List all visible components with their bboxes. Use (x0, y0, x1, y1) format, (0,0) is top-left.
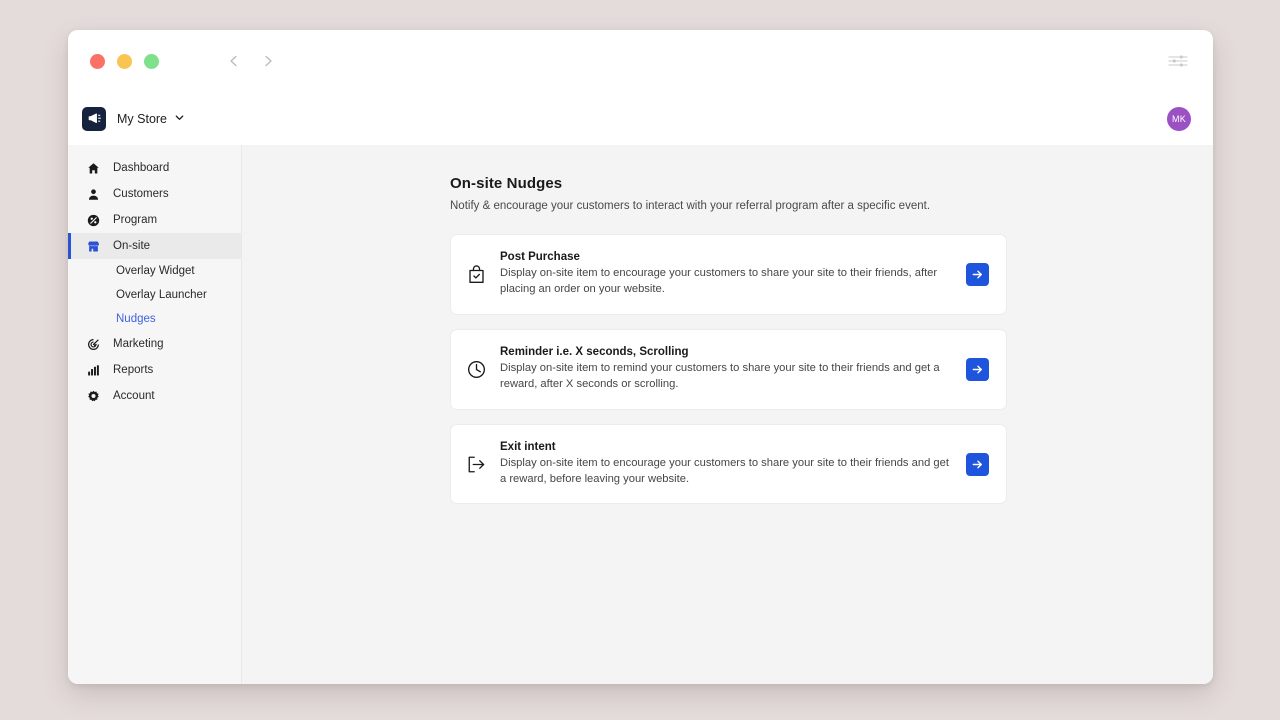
bar-chart-icon (86, 363, 101, 378)
discount-icon (86, 213, 101, 228)
shopping-bag-check-icon (465, 263, 487, 285)
app-window: My Store MK Dashboard Customer (68, 30, 1213, 684)
sidebar-subitem-label: Overlay Widget (116, 265, 195, 277)
sidebar-subitem-label: Overlay Launcher (116, 289, 207, 301)
sidebar-subitem-nudges[interactable]: Nudges (68, 307, 241, 331)
megaphone-logo-icon (82, 107, 106, 131)
nudge-card-text: Post Purchase Display on-site item to en… (500, 251, 953, 298)
main-content: On-site Nudges Notify & encourage your c… (242, 145, 1213, 684)
brand-bar: My Store MK (68, 92, 1213, 145)
target-pointer-icon (86, 337, 101, 352)
nudge-card-description: Display on-site item to encourage your c… (500, 456, 953, 488)
app-body: Dashboard Customers Program On-site (68, 145, 1213, 684)
nudge-card-list: Post Purchase Display on-site item to en… (450, 234, 1007, 504)
nudge-card-arrow-right-icon[interactable] (966, 263, 989, 286)
close-window-button[interactable] (90, 54, 105, 69)
sidebar-subitem-overlay-widget[interactable]: Overlay Widget (68, 259, 241, 283)
back-icon[interactable] (227, 54, 241, 68)
nudge-card-title: Post Purchase (500, 251, 953, 263)
clock-icon (465, 358, 487, 380)
window-controls (90, 54, 159, 69)
forward-icon[interactable] (261, 54, 275, 68)
sidebar-subitem-label: Nudges (116, 313, 156, 325)
nudge-card-arrow-right-icon[interactable] (966, 358, 989, 381)
nudge-card-title: Reminder i.e. X seconds, Scrolling (500, 346, 953, 358)
gear-icon (86, 389, 101, 404)
sidebar-item-label: Program (113, 214, 157, 226)
sidebar: Dashboard Customers Program On-site (68, 145, 242, 684)
minimize-window-button[interactable] (117, 54, 132, 69)
nudge-card-post-purchase[interactable]: Post Purchase Display on-site item to en… (450, 234, 1007, 315)
navigation-arrows (227, 54, 275, 68)
page-subtitle: Notify & encourage your customers to int… (450, 200, 1007, 212)
sidebar-item-label: On-site (113, 240, 150, 252)
sidebar-item-program[interactable]: Program (68, 207, 241, 233)
sidebar-item-customers[interactable]: Customers (68, 181, 241, 207)
titlebar (68, 30, 1213, 92)
sidebar-item-label: Marketing (113, 338, 164, 350)
chevron-down-icon (174, 112, 185, 126)
store-name-label: My Store (117, 112, 167, 126)
sidebar-item-account[interactable]: Account (68, 383, 241, 409)
brand-bar-right: MK (1167, 107, 1191, 131)
sidebar-item-label: Account (113, 390, 155, 402)
nudge-card-arrow-right-icon[interactable] (966, 453, 989, 476)
nudge-card-text: Exit intent Display on-site item to enco… (500, 441, 953, 488)
nudge-card-text: Reminder i.e. X seconds, Scrolling Displ… (500, 346, 953, 393)
avatar[interactable]: MK (1167, 107, 1191, 131)
nudge-card-exit-intent[interactable]: Exit intent Display on-site item to enco… (450, 424, 1007, 505)
sidebar-item-reports[interactable]: Reports (68, 357, 241, 383)
nudge-card-description: Display on-site item to encourage your c… (500, 266, 953, 298)
sidebar-item-label: Reports (113, 364, 153, 376)
maximize-window-button[interactable] (144, 54, 159, 69)
nudge-card-title: Exit intent (500, 441, 953, 453)
sidebar-item-on-site[interactable]: On-site (68, 233, 241, 259)
titlebar-right (1165, 48, 1191, 74)
nudge-card-description: Display on-site item to remind your cust… (500, 361, 953, 393)
sidebar-item-dashboard[interactable]: Dashboard (68, 155, 241, 181)
page-title: On-site Nudges (450, 175, 1007, 192)
brand: My Store (82, 107, 185, 131)
store-switcher[interactable]: My Store (117, 112, 185, 126)
sidebar-item-label: Dashboard (113, 162, 169, 174)
exit-arrow-icon (465, 453, 487, 475)
storefront-icon (86, 239, 101, 254)
content-container: On-site Nudges Notify & encourage your c… (450, 175, 1007, 504)
home-icon (86, 161, 101, 176)
settings-sliders-icon[interactable] (1165, 48, 1191, 74)
sidebar-subitem-overlay-launcher[interactable]: Overlay Launcher (68, 283, 241, 307)
sidebar-item-label: Customers (113, 188, 169, 200)
sidebar-item-marketing[interactable]: Marketing (68, 331, 241, 357)
nudge-card-reminder[interactable]: Reminder i.e. X seconds, Scrolling Displ… (450, 329, 1007, 410)
person-icon (86, 187, 101, 202)
